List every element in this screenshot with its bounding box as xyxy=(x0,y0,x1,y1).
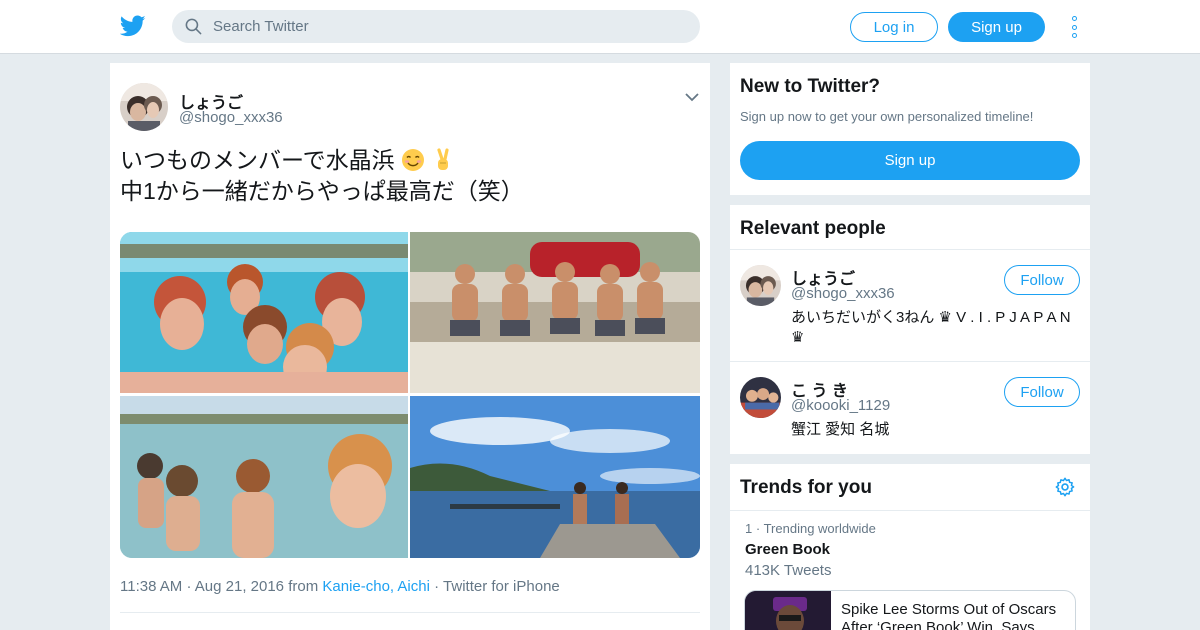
search-box[interactable] xyxy=(172,10,700,43)
news-headline-line: After ‘Green Book’ Win, Says xyxy=(841,619,1035,630)
tweet-time[interactable]: 11:38 AM xyxy=(120,578,182,595)
log-in-button[interactable]: Log in xyxy=(850,12,938,42)
gear-icon[interactable] xyxy=(1054,476,1076,498)
divider xyxy=(730,361,1090,362)
trends-card: Trends for you 1 · Trending worldwide Gr… xyxy=(730,464,1090,630)
chevron-down-icon[interactable] xyxy=(684,91,700,103)
meta-separator: · xyxy=(186,578,192,595)
divider xyxy=(730,249,1090,250)
card-title: Trends for you xyxy=(740,477,872,498)
person-bio-line: あいちだいがく3ねん ♛ V . I . P J A P A N xyxy=(791,309,1071,326)
tweet-text: いつものメンバーで水晶浜 中1から一緒だからやっぱ最高だ（笑） xyxy=(120,145,700,207)
divider xyxy=(730,510,1090,511)
follow-button[interactable]: Follow xyxy=(1004,377,1080,407)
trend-tweet-count: 413K Tweets xyxy=(745,562,832,579)
divider xyxy=(120,612,700,613)
tweet-author-avatar[interactable] xyxy=(120,83,168,131)
follow-button[interactable]: Follow xyxy=(1004,265,1080,295)
person-handle[interactable]: @shogo_xxx36 xyxy=(791,285,895,302)
tweet-permalink: しょうご @shogo_xxx36 いつものメンバーで水晶浜 中1から一緒だから… xyxy=(110,63,710,630)
news-thumbnail xyxy=(745,591,831,630)
relevant-people-card: Relevant people しょうご @shogo_xxx36 あいちだいが… xyxy=(730,205,1090,454)
person-bio: あいちだいがく3ねん ♛ V . I . P J A P A N ♛ xyxy=(791,308,1081,348)
more-options-icon[interactable] xyxy=(1066,14,1082,40)
tweet-source: Twitter for iPhone xyxy=(443,578,560,595)
twitter-bird-logo-icon[interactable] xyxy=(120,13,146,39)
tweet-photo-1[interactable] xyxy=(120,232,408,393)
new-to-twitter-card: New to Twitter? Sign up now to get your … xyxy=(730,63,1090,195)
search-input[interactable] xyxy=(213,18,653,35)
person-bio: 蟹江 愛知 名城 xyxy=(791,420,1081,440)
tweet-text-line-2: 中1から一緒だからやっぱ最高だ（笑） xyxy=(120,178,524,204)
person-bio-line: ♛ xyxy=(791,329,805,346)
top-navigation-bar: Log in Sign up xyxy=(0,0,1200,54)
person-avatar[interactable] xyxy=(740,377,781,418)
tweet-photo-grid xyxy=(120,232,700,558)
sign-up-large-button[interactable]: Sign up xyxy=(740,141,1080,180)
news-headline-line: Spike Lee Storms Out of Oscars xyxy=(841,601,1057,618)
trend-meta: 1 · Trending worldwide xyxy=(745,521,876,536)
victory-hand-emoji-icon xyxy=(437,148,450,170)
meta-separator: · xyxy=(755,521,761,536)
tweet-location-link[interactable]: Kanie-cho, Aichi xyxy=(322,578,430,595)
trend-news-card[interactable]: Spike Lee Storms Out of Oscars After ‘Gr… xyxy=(744,590,1076,630)
tweet-text-line-1: いつものメンバーで水晶浜 xyxy=(120,147,395,173)
tweet-author-handle[interactable]: @shogo_xxx36 xyxy=(179,109,283,126)
card-title: New to Twitter? xyxy=(740,76,881,97)
card-subtitle: Sign up now to get your own personalized… xyxy=(740,109,1034,124)
trend-rank: 1 xyxy=(745,521,753,536)
from-label: from xyxy=(288,578,319,595)
news-headline: Spike Lee Storms Out of Oscars After ‘Gr… xyxy=(841,601,1073,630)
person-handle[interactable]: @koooki_1129 xyxy=(791,397,890,414)
smiling-face-emoji-icon xyxy=(402,149,425,171)
tweet-date[interactable]: Aug 21, 2016 xyxy=(195,578,284,595)
sign-up-button[interactable]: Sign up xyxy=(948,12,1045,42)
trend-context: Trending worldwide xyxy=(763,521,876,536)
tweet-photo-4[interactable] xyxy=(410,396,700,558)
tweet-metadata: 11:38 AM · Aug 21, 2016 from Kanie-cho, … xyxy=(120,578,560,595)
search-icon xyxy=(185,18,202,35)
trend-name-link[interactable]: Green Book xyxy=(745,541,830,558)
tweet-photo-3[interactable] xyxy=(120,396,408,558)
tweet-photo-2[interactable] xyxy=(410,232,700,393)
person-avatar[interactable] xyxy=(740,265,781,306)
person-bio-line: 蟹江 愛知 名城 xyxy=(791,421,890,438)
card-title: Relevant people xyxy=(740,218,886,239)
meta-separator: · xyxy=(434,578,440,595)
